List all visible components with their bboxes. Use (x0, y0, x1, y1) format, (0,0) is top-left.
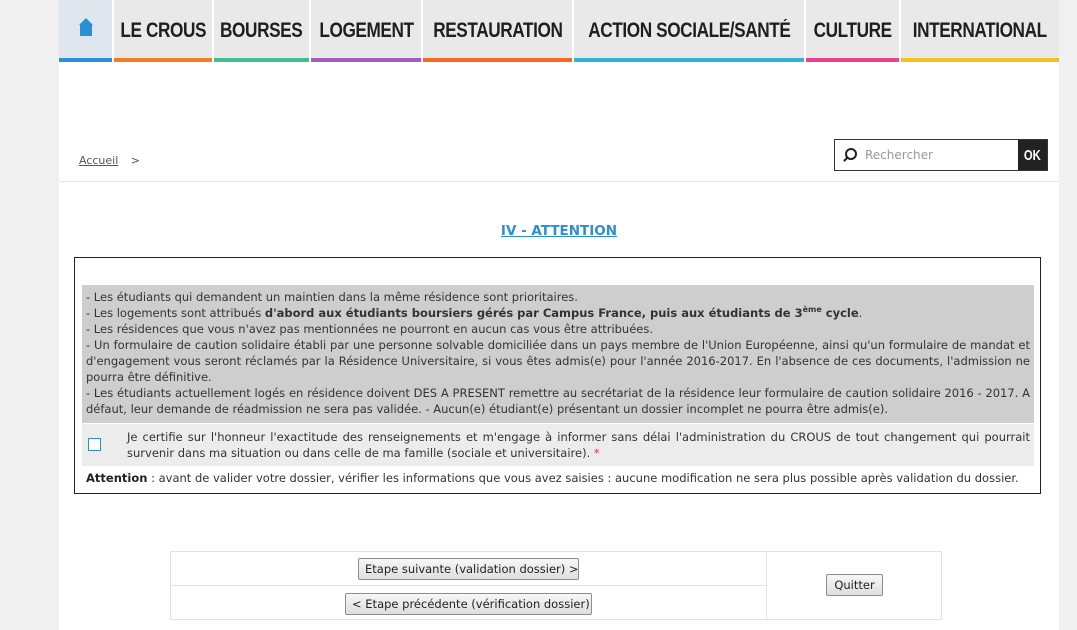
note-text: - Les logements sont attribués (86, 306, 265, 320)
nav-item-restauration[interactable]: RESTAURATION (423, 0, 574, 62)
nav-item-bar (214, 58, 309, 62)
certification-text: Je certifie sur l'honneur l'exactitude d… (127, 429, 1030, 461)
note-line: - Les logements sont attribués d'abord a… (86, 305, 1030, 321)
attention-box: - Les étudiants qui demandent un maintie… (74, 257, 1041, 494)
nav-item-international[interactable]: INTERNATIONAL (901, 0, 1059, 62)
notes-block: - Les étudiants qui demandent un maintie… (82, 285, 1034, 423)
note-superscript: ème (802, 305, 822, 315)
nav-item-label: RESTAURATION (432, 19, 563, 42)
note-line: - Les résidences que vous n'avez pas men… (86, 322, 654, 336)
breadcrumb-separator: > (130, 154, 140, 167)
breadcrumb: Accueil > (79, 154, 140, 167)
note-line: - Les étudiants actuellement logés en ré… (86, 386, 1030, 416)
note-bold: d'abord aux étudiants boursiers gérés pa… (264, 306, 803, 320)
next-step-button[interactable]: Etape suivante (validation dossier) > (358, 558, 579, 580)
nav-item-logement[interactable]: LOGEMENT (311, 0, 423, 62)
quit-button[interactable]: Quitter (826, 574, 883, 596)
nav-item-bar (423, 58, 572, 62)
search-icon (835, 140, 859, 170)
nav-item-bar (574, 58, 804, 62)
previous-step-button[interactable]: < Etape précédente (vérification dossier… (345, 593, 592, 615)
nav-item-label: LOGEMENT (318, 19, 414, 42)
note-line: - Un formulaire de caution solidaire éta… (86, 338, 1030, 384)
nav-item-bar (114, 58, 212, 62)
nav-item-bar (311, 58, 421, 62)
nav-item-action-sociale[interactable]: ACTION SOCIALE/SANTÉ (574, 0, 806, 62)
divider (59, 181, 1059, 182)
search-ok-label: OK (1024, 146, 1041, 164)
nav-item-culture[interactable]: CULTURE (806, 0, 901, 62)
nav-item-bar (901, 58, 1059, 62)
actions-cell-previous: < Etape précédente (vérification dossier… (171, 586, 767, 620)
main-nav: LE CROUS BOURSES LOGEMENT RESTAURATION A… (59, 0, 1059, 62)
nav-item-le-crous[interactable]: LE CROUS (114, 0, 214, 62)
nav-home-bar (59, 58, 112, 62)
note-text-end: . (858, 306, 863, 320)
section-title: IV - ATTENTION (500, 223, 618, 239)
actions-table: Etape suivante (validation dossier) > < … (170, 551, 942, 620)
nav-item-label: CULTURE (813, 19, 892, 42)
search-box: OK (834, 139, 1048, 171)
nav-item-label: BOURSES (220, 19, 303, 42)
search-input[interactable] (859, 142, 1017, 168)
nav-item-bourses[interactable]: BOURSES (214, 0, 311, 62)
certification-checkbox[interactable] (88, 438, 101, 451)
nav-item-label: LE CROUS (120, 19, 206, 42)
actions-cell-next: Etape suivante (validation dossier) > (171, 552, 767, 586)
note-line: - Les étudiants qui demandent un maintie… (86, 290, 578, 304)
required-mark: * (593, 446, 600, 460)
attention-note: Attention : avant de valider votre dossi… (86, 471, 1019, 485)
certification-row: Je certifie sur l'honneur l'exactitude d… (82, 424, 1034, 466)
nav-home[interactable] (59, 0, 114, 62)
note-bold-end: cycle (821, 306, 859, 320)
nav-item-label: INTERNATIONAL (912, 19, 1048, 42)
home-icon (78, 18, 94, 40)
search-ok-button[interactable]: OK (1018, 140, 1047, 170)
certification-label: Je certifie sur l'honneur l'exactitude d… (127, 430, 1030, 460)
actions-cell-quit: Quitter (767, 552, 941, 619)
nav-item-bar (806, 58, 899, 62)
attention-text: : avant de valider votre dossier, vérifi… (147, 471, 1019, 485)
breadcrumb-home-link[interactable]: Accueil (79, 154, 118, 167)
nav-item-label: ACTION SOCIALE/SANTÉ (587, 19, 791, 42)
page: LE CROUS BOURSES LOGEMENT RESTAURATION A… (59, 0, 1059, 630)
attention-label: Attention (86, 471, 148, 485)
